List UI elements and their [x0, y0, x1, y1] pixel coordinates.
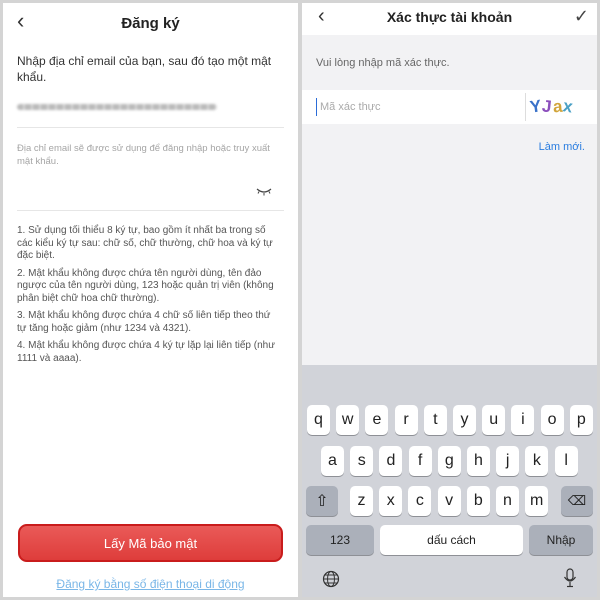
globe-icon[interactable]	[322, 570, 340, 593]
key-l[interactable]: l	[554, 446, 578, 476]
microphone-icon[interactable]	[563, 568, 577, 593]
page-title: Xác thực tài khoản	[386, 9, 513, 25]
key-h[interactable]: h	[467, 446, 490, 476]
refresh-captcha-link[interactable]: Làm mới.	[539, 141, 585, 153]
email-hint: Địa chỉ email sẽ được sử dụng để đăng nh…	[17, 143, 270, 167]
nav-bar: ‹ Đăng ký	[3, 3, 298, 45]
verification-code-input[interactable]	[316, 98, 506, 116]
email-input[interactable]	[17, 100, 217, 114]
numbers-key[interactable]: 123	[306, 525, 374, 555]
key-i[interactable]: i	[511, 405, 535, 435]
code-row: Y J a x	[302, 90, 597, 124]
eye-closed-icon[interactable]	[256, 187, 272, 199]
intro-text: Nhập địa chỉ email của bạn, sau đó tạo m…	[17, 54, 272, 84]
intro-text: Vui lòng nhập mã xác thực.	[316, 57, 450, 69]
key-x[interactable]: x	[379, 486, 403, 516]
register-by-phone-link[interactable]: Đăng ký bằng số điện thoại di động	[3, 577, 298, 591]
rule-item: 1. Sử dụng tối thiểu 8 ký tự, bao gồm ít…	[17, 225, 273, 261]
rule-item: 4. Mật khẩu không được chứa 4 ký tự lặp …	[17, 340, 275, 364]
key-k[interactable]: k	[525, 446, 549, 476]
key-q[interactable]: q	[307, 405, 330, 435]
password-rules: 1. Sử dụng tối thiểu 8 ký tự, bao gồm ít…	[17, 225, 282, 370]
key-b[interactable]: b	[466, 486, 490, 516]
nav-bar: ‹ Xác thực tài khoản ✓	[302, 3, 597, 35]
key-o[interactable]: o	[540, 405, 564, 435]
page-title: Đăng ký	[121, 15, 180, 32]
captcha-char: x	[561, 96, 576, 117]
captcha-image[interactable]: Y J a x	[525, 93, 597, 121]
key-m[interactable]: m	[525, 486, 549, 516]
rule-item: 2. Mật khẩu không được chứa tên người dù…	[17, 267, 274, 304]
register-screen: ‹ Đăng ký Nhập địa chỉ email của bạn, sa…	[3, 3, 298, 597]
key-r[interactable]: r	[394, 405, 418, 435]
key-v[interactable]: v	[437, 486, 461, 516]
key-c[interactable]: c	[408, 486, 432, 516]
key-d[interactable]: d	[379, 446, 403, 476]
return-key[interactable]: Nhập	[529, 525, 593, 555]
key-t[interactable]: t	[423, 405, 447, 435]
divider	[17, 127, 284, 128]
key-g[interactable]: g	[437, 446, 461, 476]
rule-item: 3. Mật khẩu không được chứa 4 chữ số liê…	[17, 310, 271, 334]
space-key[interactable]: dấu cách	[380, 525, 523, 555]
password-divider	[17, 210, 284, 211]
backspace-icon[interactable]: ⌫	[561, 486, 593, 516]
key-z[interactable]: z	[350, 486, 373, 516]
key-n[interactable]: n	[496, 486, 519, 516]
key-a[interactable]: a	[321, 446, 344, 476]
key-f[interactable]: f	[408, 446, 432, 476]
key-s[interactable]: s	[350, 446, 374, 476]
key-e[interactable]: e	[365, 405, 389, 435]
shift-icon[interactable]: ⇧	[306, 486, 338, 516]
key-y[interactable]: y	[453, 405, 476, 435]
key-p[interactable]: p	[569, 405, 593, 435]
get-security-code-button[interactable]: Lấy Mã bảo mật	[18, 524, 283, 562]
key-j[interactable]: j	[496, 446, 520, 476]
keyboard: qwertyuiop asdfghjkl ⇧ ⌫ zxcvbnm 123 dấu…	[302, 365, 597, 597]
key-u[interactable]: u	[482, 405, 506, 435]
verify-account-screen: ‹ Xác thực tài khoản ✓ Vui lòng nhập mã …	[302, 3, 597, 597]
key-w[interactable]: w	[336, 405, 360, 435]
checkmark-icon[interactable]: ✓	[574, 6, 589, 27]
